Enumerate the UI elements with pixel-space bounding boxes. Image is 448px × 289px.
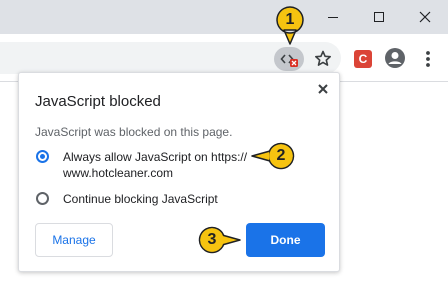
popup-description: JavaScript was blocked on this page. xyxy=(35,125,233,139)
popup-close-button[interactable] xyxy=(316,82,330,96)
step-number: 1 xyxy=(285,11,295,28)
done-button[interactable]: Done xyxy=(246,223,325,257)
step-badge-2: 2 xyxy=(248,142,296,170)
step-badge-3: 3 xyxy=(196,226,244,254)
profile-button[interactable] xyxy=(384,47,406,69)
step-number: 2 xyxy=(276,147,286,164)
allow-javascript-label[interactable]: Always allow JavaScript on https:// www.… xyxy=(63,149,263,181)
maximize-icon xyxy=(374,12,384,22)
step-number: 3 xyxy=(207,231,217,248)
manage-button[interactable]: Manage xyxy=(35,223,113,257)
allow-javascript-radio[interactable] xyxy=(36,150,49,163)
window-close-button[interactable] xyxy=(402,0,448,34)
close-icon xyxy=(318,84,328,94)
javascript-blocked-button[interactable] xyxy=(274,47,304,71)
menu-button[interactable] xyxy=(418,48,438,70)
more-vert-icon xyxy=(426,51,430,67)
popup-title: JavaScript blocked xyxy=(35,93,161,110)
minimize-icon xyxy=(328,16,338,18)
extension-button[interactable]: C xyxy=(354,50,372,68)
close-icon xyxy=(419,11,431,23)
javascript-blocked-popup: JavaScript blocked JavaScript was blocke… xyxy=(18,72,340,272)
maximize-button[interactable] xyxy=(356,0,402,34)
javascript-blocked-icon xyxy=(280,54,298,67)
continue-blocking-label[interactable]: Continue blocking JavaScript xyxy=(63,191,218,207)
star-icon xyxy=(315,50,331,66)
step-badge-1: 1 xyxy=(275,5,305,47)
minimize-button[interactable] xyxy=(310,0,356,34)
continue-blocking-radio[interactable] xyxy=(36,192,49,205)
title-bar xyxy=(0,0,448,34)
bookmark-star-button[interactable] xyxy=(312,48,334,70)
avatar-icon xyxy=(385,48,405,68)
